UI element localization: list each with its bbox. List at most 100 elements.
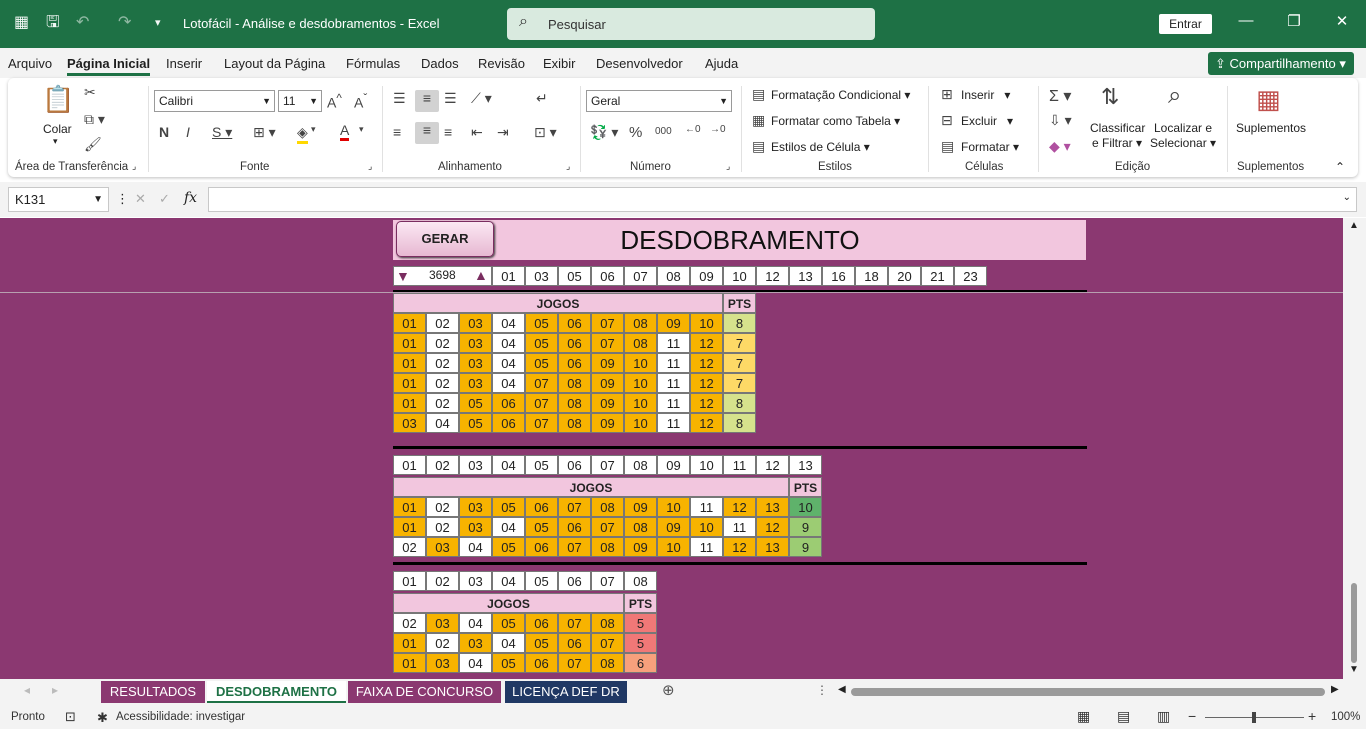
- game-number-cell[interactable]: 05: [492, 497, 525, 517]
- format-table-button[interactable]: Formatar como Tabela ▾: [771, 114, 900, 128]
- tab-layout[interactable]: Layout da Página: [224, 56, 325, 71]
- more-icon[interactable]: ⋮: [116, 191, 129, 207]
- base-number-cell[interactable]: 06: [558, 455, 591, 475]
- game-number-cell[interactable]: 05: [525, 633, 558, 653]
- chosen-number-cell[interactable]: 05: [558, 266, 591, 286]
- search-box[interactable]: ⌕ Pesquisar: [507, 8, 875, 40]
- more-icon[interactable]: ⋮: [816, 683, 828, 697]
- cell-styles-button[interactable]: Estilos de Célula ▾: [771, 140, 870, 154]
- game-number-cell[interactable]: 06: [525, 537, 558, 557]
- game-number-cell[interactable]: 01: [393, 517, 426, 537]
- game-number-cell[interactable]: 11: [690, 537, 723, 557]
- autosum-icon[interactable]: Σ ▾: [1049, 86, 1071, 106]
- game-number-cell[interactable]: 11: [657, 413, 690, 433]
- tab-inserir[interactable]: Inserir: [166, 56, 202, 71]
- gerar-button[interactable]: GERAR: [396, 221, 494, 257]
- vertical-scrollbar[interactable]: ▲ ▼: [1343, 218, 1366, 679]
- tab-arquivo[interactable]: Arquivo: [8, 56, 52, 71]
- game-number-cell[interactable]: 02: [426, 497, 459, 517]
- game-number-cell[interactable]: 12: [690, 413, 723, 433]
- increment-icon[interactable]: ▲: [474, 267, 488, 283]
- game-number-cell[interactable]: 03: [426, 613, 459, 633]
- points-cell[interactable]: 8: [723, 413, 756, 433]
- game-number-cell[interactable]: 06: [558, 353, 591, 373]
- game-number-cell[interactable]: 08: [591, 653, 624, 673]
- conditional-format-button[interactable]: Formatação Condicional ▾: [771, 88, 910, 102]
- game-number-cell[interactable]: 02: [426, 517, 459, 537]
- game-number-cell[interactable]: 09: [624, 537, 657, 557]
- game-number-cell[interactable]: 11: [657, 353, 690, 373]
- collapse-ribbon-icon[interactable]: ⌃: [1335, 160, 1345, 174]
- chevron-down-icon[interactable]: ▾: [311, 124, 316, 135]
- chosen-number-cell[interactable]: 08: [657, 266, 690, 286]
- base-number-cell[interactable]: 06: [558, 571, 591, 591]
- chevron-down-icon[interactable]: ▾: [359, 124, 364, 135]
- game-number-cell[interactable]: 03: [459, 633, 492, 653]
- game-number-cell[interactable]: 03: [459, 373, 492, 393]
- base-number-cell[interactable]: 03: [459, 571, 492, 591]
- game-number-cell[interactable]: 04: [492, 333, 525, 353]
- game-number-cell[interactable]: 04: [426, 413, 459, 433]
- base-number-cell[interactable]: 08: [624, 571, 657, 591]
- game-number-cell[interactable]: 11: [723, 517, 756, 537]
- game-number-cell[interactable]: 11: [690, 497, 723, 517]
- game-number-cell[interactable]: 05: [525, 333, 558, 353]
- game-number-cell[interactable]: 09: [657, 313, 690, 333]
- game-number-cell[interactable]: 08: [624, 333, 657, 353]
- game-number-cell[interactable]: 09: [657, 517, 690, 537]
- game-number-cell[interactable]: 07: [591, 633, 624, 653]
- base-number-cell[interactable]: 04: [492, 455, 525, 475]
- grow-font-icon[interactable]: A^: [327, 92, 342, 111]
- chosen-number-cell[interactable]: 13: [789, 266, 822, 286]
- tab-pagina-inicial[interactable]: Página Inicial: [67, 56, 151, 76]
- game-number-cell[interactable]: 11: [657, 393, 690, 413]
- underline-icon[interactable]: S ▾: [212, 124, 232, 141]
- game-number-cell[interactable]: 03: [459, 313, 492, 333]
- worksheet-grid[interactable]: GERAR DESDOBRAMENTO ▼ 3698 ▲ 01 03 05 06 07 0…: [0, 218, 1343, 679]
- game-number-cell[interactable]: 03: [459, 497, 492, 517]
- base-number-cell[interactable]: 07: [591, 455, 624, 475]
- game-number-cell[interactable]: 13: [756, 497, 789, 517]
- game-number-cell[interactable]: 07: [525, 413, 558, 433]
- game-number-cell[interactable]: 12: [690, 373, 723, 393]
- game-number-cell[interactable]: 03: [426, 653, 459, 673]
- game-number-cell[interactable]: 06: [492, 413, 525, 433]
- game-number-cell[interactable]: 01: [393, 393, 426, 413]
- points-cell[interactable]: 8: [723, 393, 756, 413]
- align-top-icon[interactable]: ☰: [393, 90, 406, 107]
- game-number-cell[interactable]: 07: [558, 537, 591, 557]
- game-number-cell[interactable]: 07: [591, 517, 624, 537]
- game-number-cell[interactable]: 06: [558, 333, 591, 353]
- tab-next-icon[interactable]: ▸: [52, 683, 58, 697]
- bold-icon[interactable]: N: [159, 124, 169, 140]
- insert-function-icon[interactable]: fx: [184, 190, 197, 206]
- chosen-number-cell[interactable]: 20: [888, 266, 921, 286]
- sheet-tab-resultados[interactable]: RESULTADOS: [101, 681, 205, 703]
- chosen-number-cell[interactable]: 10: [723, 266, 756, 286]
- game-number-cell[interactable]: 08: [558, 373, 591, 393]
- delete-cells-button[interactable]: Excluir ▾: [961, 114, 1013, 128]
- chosen-number-cell[interactable]: 06: [591, 266, 624, 286]
- tab-desenvolvedor[interactable]: Desenvolvedor: [596, 56, 683, 71]
- game-number-cell[interactable]: 12: [723, 537, 756, 557]
- sheet-tab-faixa[interactable]: FAIXA DE CONCURSO: [348, 681, 501, 703]
- macro-record-icon[interactable]: ⊡: [65, 709, 76, 725]
- redo-icon[interactable]: ↷: [118, 13, 131, 33]
- minimize-icon[interactable]: —: [1236, 12, 1256, 34]
- alignment-launcher-icon[interactable]: ⌟: [566, 161, 570, 172]
- status-accessibility[interactable]: Acessibilidade: investigar: [116, 711, 245, 723]
- game-number-cell[interactable]: 07: [525, 393, 558, 413]
- game-number-cell[interactable]: 02: [426, 313, 459, 333]
- game-number-cell[interactable]: 03: [393, 413, 426, 433]
- paste-label[interactable]: Colar: [43, 122, 72, 136]
- page-layout-view-icon[interactable]: ▤: [1117, 708, 1130, 725]
- base-number-cell[interactable]: 05: [525, 455, 558, 475]
- tab-dados[interactable]: Dados: [421, 56, 459, 71]
- game-number-cell[interactable]: 02: [393, 537, 426, 557]
- clipboard-launcher-icon[interactable]: ⌟: [132, 161, 136, 172]
- game-number-cell[interactable]: 02: [426, 393, 459, 413]
- game-number-cell[interactable]: 11: [657, 373, 690, 393]
- game-number-cell[interactable]: 12: [690, 393, 723, 413]
- tab-ajuda[interactable]: Ajuda: [705, 56, 738, 71]
- game-number-cell[interactable]: 12: [756, 517, 789, 537]
